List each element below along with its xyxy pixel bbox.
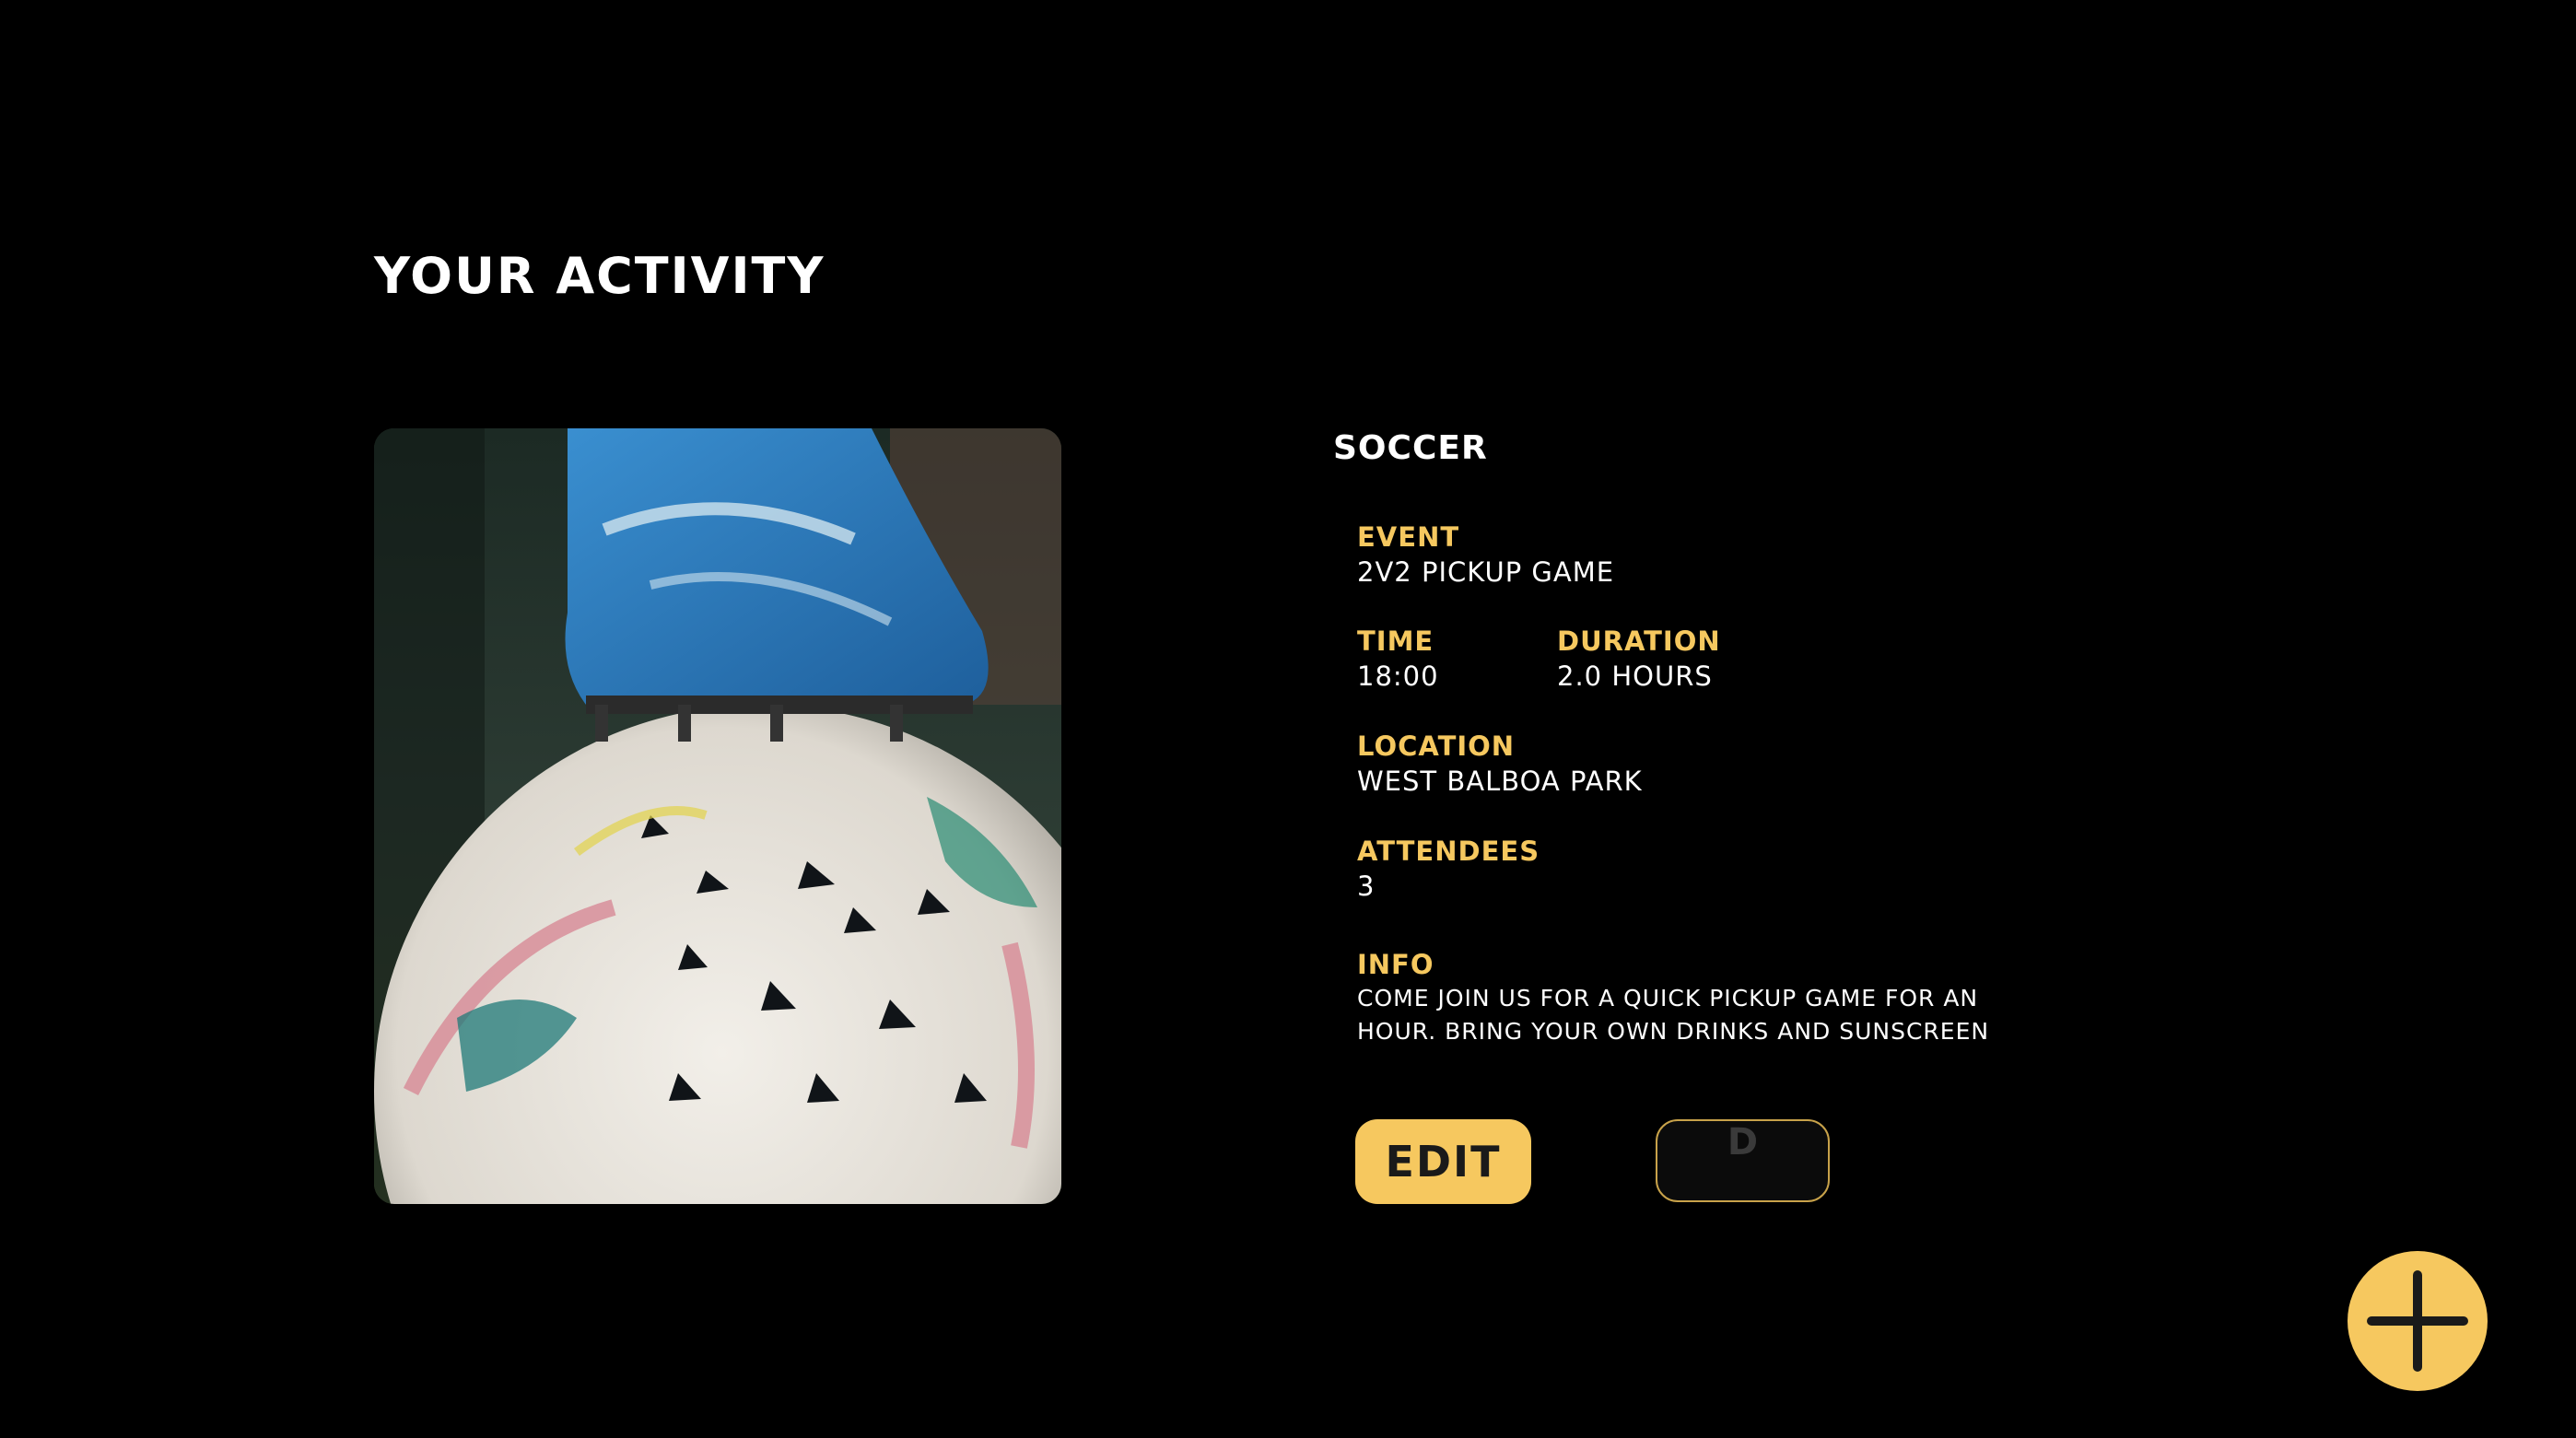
sport-title: SOCCER xyxy=(1333,429,1488,467)
event-label: EVENT xyxy=(1357,521,1460,553)
delete-button[interactable]: D xyxy=(1656,1119,1830,1202)
location-field: LOCATION WEST BALBOA PARK xyxy=(1357,729,1643,799)
location-value: WEST BALBOA PARK xyxy=(1357,766,1643,797)
time-field: TIME 18:00 xyxy=(1357,624,1439,694)
activity-details: SOCCER EVENT 2V2 PICKUP GAME TIME 18:00 … xyxy=(1333,426,2162,1045)
activity-photo xyxy=(374,428,1061,1204)
delete-button-label: D xyxy=(1727,1121,1759,1163)
add-activity-button[interactable] xyxy=(2348,1251,2488,1391)
location-label: LOCATION xyxy=(1357,731,1516,762)
duration-field: DURATION 2.0 HOURS xyxy=(1557,624,1721,694)
info-value: COME JOIN US FOR A QUICK PICKUP GAME FOR… xyxy=(1357,985,1990,1045)
page-title: YOUR ACTIVITY xyxy=(374,247,825,305)
attendees-value: 3 xyxy=(1357,871,1376,902)
duration-value: 2.0 HOURS xyxy=(1557,661,1713,692)
time-label: TIME xyxy=(1357,625,1434,657)
duration-label: DURATION xyxy=(1557,625,1721,657)
plus-icon xyxy=(2367,1270,2468,1372)
event-value: 2V2 PICKUP GAME xyxy=(1357,556,1615,588)
event-field: EVENT 2V2 PICKUP GAME xyxy=(1357,520,1614,590)
attendees-label: ATTENDEES xyxy=(1357,836,1540,867)
info-label: INFO xyxy=(1357,949,1434,980)
edit-button[interactable]: EDIT xyxy=(1355,1119,1531,1204)
activity-page: YOUR ACTIVITY SOCCER EVENT 2V2 PICKUP GA… xyxy=(0,0,2576,1438)
time-value: 18:00 xyxy=(1357,661,1439,692)
info-field: INFO COME JOIN US FOR A QUICK PICKUP GAM… xyxy=(1357,947,2057,1048)
attendees-field: ATTENDEES 3 xyxy=(1357,834,1540,904)
